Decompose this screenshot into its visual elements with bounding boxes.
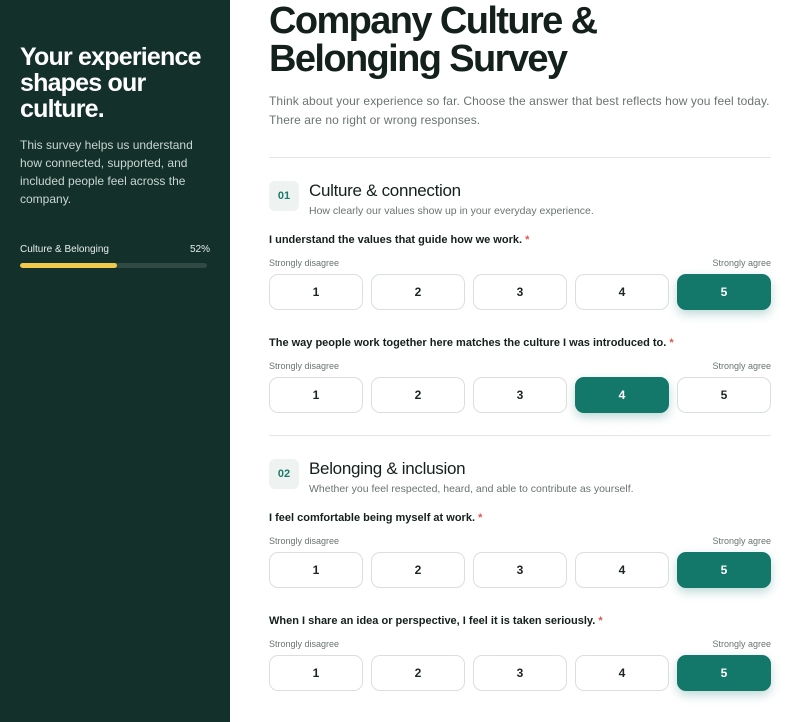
progress-percent: 52%	[189, 244, 210, 255]
scale-labels: Strongly disagree Strongly agree	[269, 536, 771, 546]
scale-high-label: Strongly agree	[712, 361, 771, 371]
progress-fill	[20, 263, 118, 268]
scale-labels: Strongly disagree Strongly agree	[269, 258, 771, 268]
divider	[269, 435, 771, 436]
question-text: I feel comfortable being myself at work.…	[269, 512, 483, 524]
section-header: 01 Culture & connection How clearly our …	[269, 181, 771, 217]
section-number-badge: 01	[269, 181, 299, 211]
section-header: 02 Belonging & inclusion Whether you fee…	[269, 459, 771, 495]
rating-option-3[interactable]: 3	[473, 655, 567, 691]
page-title: Company Culture & Belonging Survey	[269, 0, 598, 80]
rating-option-3[interactable]: 3	[473, 552, 567, 588]
rating-option-5[interactable]: 5	[677, 552, 771, 588]
section-subtitle: How clearly our values show up in your e…	[309, 205, 594, 217]
required-marker: *	[669, 337, 674, 349]
scale-low-label: Strongly disagree	[269, 536, 340, 546]
rating-options: 12345	[269, 655, 771, 691]
section-subtitle: Whether you feel respected, heard, and a…	[309, 483, 634, 495]
rating-option-1[interactable]: 1	[269, 552, 363, 588]
survey-main: Company Culture & Belonging Survey Think…	[269, 0, 771, 691]
progress-header: Culture & Belonging 52%	[20, 244, 210, 255]
question-block: I feel comfortable being myself at work.…	[269, 512, 771, 588]
scale-high-label: Strongly agree	[712, 639, 771, 649]
question-text: The way people work together here matche…	[269, 337, 674, 349]
required-marker: *	[598, 615, 603, 627]
sidebar-description: This survey helps us understand how conn…	[20, 138, 193, 206]
divider	[269, 157, 771, 158]
required-marker: *	[478, 512, 483, 524]
rating-option-1[interactable]: 1	[269, 274, 363, 310]
rating-option-4[interactable]: 4	[575, 274, 669, 310]
rating-option-3[interactable]: 3	[473, 274, 567, 310]
question-block: The way people work together here matche…	[269, 337, 771, 413]
rating-option-5[interactable]: 5	[677, 274, 771, 310]
question-text: When I share an idea or perspective, I f…	[269, 615, 603, 627]
rating-option-4[interactable]: 4	[575, 655, 669, 691]
sidebar-title: Your experience shapes our culture.	[20, 43, 201, 123]
rating-option-5[interactable]: 5	[677, 377, 771, 413]
scale-low-label: Strongly disagree	[269, 639, 340, 649]
rating-option-2[interactable]: 2	[371, 377, 465, 413]
scale-high-label: Strongly agree	[712, 258, 771, 268]
rating-option-4[interactable]: 4	[575, 552, 669, 588]
rating-option-4[interactable]: 4	[575, 377, 669, 413]
rating-option-2[interactable]: 2	[371, 655, 465, 691]
rating-options: 12345	[269, 552, 771, 588]
progress-bar	[20, 263, 207, 268]
scale-labels: Strongly disagree Strongly agree	[269, 639, 771, 649]
section-title: Culture & connection	[309, 181, 461, 200]
scale-high-label: Strongly agree	[712, 536, 771, 546]
rating-options: 12345	[269, 377, 771, 413]
scale-low-label: Strongly disagree	[269, 258, 340, 268]
rating-option-3[interactable]: 3	[473, 377, 567, 413]
question-block: When I share an idea or perspective, I f…	[269, 615, 771, 691]
sidebar: Your experience shapes our culture. This…	[0, 0, 230, 722]
required-marker: *	[525, 234, 530, 246]
scale-low-label: Strongly disagree	[269, 361, 340, 371]
section-title: Belonging & inclusion	[309, 459, 466, 478]
progress-label: Culture & Belonging	[20, 244, 109, 255]
rating-option-2[interactable]: 2	[371, 274, 465, 310]
rating-option-2[interactable]: 2	[371, 552, 465, 588]
rating-options: 12345	[269, 274, 771, 310]
scale-labels: Strongly disagree Strongly agree	[269, 361, 771, 371]
rating-option-1[interactable]: 1	[269, 655, 363, 691]
intro-text: Think about your experience so far. Choo…	[269, 94, 770, 127]
question-block: I understand the values that guide how w…	[269, 234, 771, 310]
rating-option-1[interactable]: 1	[269, 377, 363, 413]
section-number-badge: 02	[269, 459, 299, 489]
question-text: I understand the values that guide how w…	[269, 234, 530, 246]
rating-option-5[interactable]: 5	[677, 655, 771, 691]
